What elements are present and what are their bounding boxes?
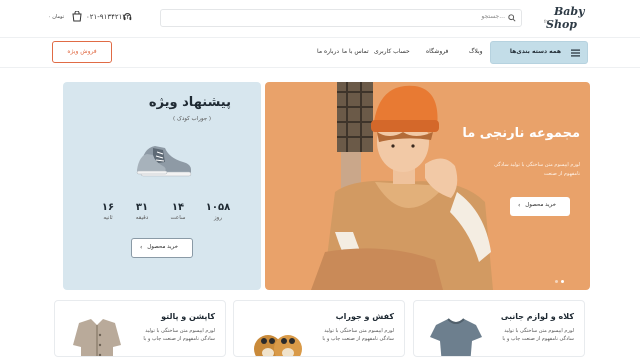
hero-banner[interactable]: مجموعه نارنجی ما لورم ایپسوم متن ساختگی … bbox=[265, 82, 590, 290]
special-sale-button[interactable]: فروش ویژه bbox=[52, 41, 112, 63]
countdown-minutes-value: ۳۱ bbox=[135, 202, 149, 213]
all-categories-button[interactable]: همه دسته بندی‌ها bbox=[490, 41, 588, 64]
logo-line1: Baby bbox=[554, 5, 585, 18]
nav-account[interactable]: حساب کاربری bbox=[374, 48, 410, 55]
countdown-days-unit: روز bbox=[214, 215, 222, 221]
countdown-seconds-unit: ثانیه bbox=[103, 215, 113, 221]
site-logo[interactable]: Baby Shop fm bbox=[540, 4, 588, 36]
category-description: لورم ایپسوم متن ساختگی با تولید سادگی نا… bbox=[502, 328, 574, 342]
arrow-left-icon: ‹ bbox=[518, 202, 521, 209]
top-header: Baby Shop fm جستجو... ۰۲۱-۹۱۳۴۲۱۲۳ ۰ توم… bbox=[0, 0, 640, 38]
category-card-hats[interactable]: کلاه و لوازم جانبی لورم ایپسوم متن ساختگ… bbox=[413, 300, 585, 357]
nav-about[interactable]: درباره ما bbox=[317, 48, 339, 55]
countdown-hours-unit: ساعت bbox=[170, 215, 186, 221]
logo-line2: Shop bbox=[546, 18, 577, 31]
category-title: کاپشن و پالتو bbox=[161, 312, 215, 321]
all-categories-label: همه دسته بندی‌ها bbox=[509, 48, 561, 55]
offer-subtitle: ( جوراب کودک ) bbox=[173, 116, 211, 122]
countdown-timer: ۱۰۵۸ روز ۱۴ ساعت ۳۱ دقیقه ۱۶ ثانیه bbox=[88, 202, 238, 232]
countdown-days: ۱۰۵۸ روز bbox=[198, 202, 238, 221]
baby-shoes-image bbox=[254, 335, 302, 356]
offer-title: پیشنهاد ویژه bbox=[148, 95, 231, 110]
countdown-minutes-unit: دقیقه bbox=[135, 215, 149, 221]
slider-dots[interactable] bbox=[555, 268, 567, 287]
search-input[interactable]: جستجو... bbox=[481, 13, 505, 20]
tshirt-image bbox=[430, 318, 482, 356]
search-icon[interactable] bbox=[508, 14, 516, 22]
nav-blog[interactable]: وبلاگ bbox=[469, 48, 483, 55]
category-card-jackets[interactable]: کاپشن و پالتو لورم ایپسوم متن ساختگی با … bbox=[54, 300, 226, 357]
jacket-image bbox=[73, 319, 121, 356]
nav-contact[interactable]: تماس با ما bbox=[342, 48, 369, 55]
countdown-hours-value: ۱۴ bbox=[171, 202, 185, 213]
countdown-seconds: ۱۶ ثانیه bbox=[88, 202, 128, 221]
hero-title: مجموعه نارنجی ما bbox=[462, 126, 580, 141]
nav-shop[interactable]: فروشگاه bbox=[426, 48, 448, 55]
countdown-hours: ۱۴ ساعت bbox=[158, 202, 198, 221]
category-title: کلاه و لوازم جانبی bbox=[500, 312, 574, 321]
category-description: لورم ایپسوم متن ساختگی با تولید سادگی نا… bbox=[322, 328, 394, 342]
cart-icon[interactable] bbox=[72, 11, 82, 22]
menu-icon bbox=[571, 49, 580, 57]
category-description: لورم ایپسوم متن ساختگی با تولید سادگی نا… bbox=[143, 328, 215, 342]
offer-buy-label: خرید محصول bbox=[147, 244, 178, 250]
logo-tm: fm bbox=[544, 19, 550, 24]
hero-buy-button[interactable]: خرید محصول ‹ bbox=[510, 197, 570, 216]
special-offer-panel: پیشنهاد ویژه ( جوراب کودک ) ۱۰۵۸ روز ۱۴ … bbox=[63, 82, 261, 290]
hero-buy-label: خرید محصول bbox=[525, 202, 556, 208]
category-card-shoes[interactable]: کفش و جوراب لورم ایپسوم متن ساختگی با تو… bbox=[233, 300, 405, 357]
hero-image bbox=[311, 82, 493, 290]
countdown-days-value: ۱۰۵۸ bbox=[205, 202, 231, 213]
slider-dot-active[interactable] bbox=[561, 280, 564, 283]
sneaker-image[interactable] bbox=[135, 140, 195, 180]
hero-description: لورم ایپسوم متن ساختگی با تولید سادگی نا… bbox=[494, 162, 580, 177]
countdown-seconds-value: ۱۶ bbox=[101, 202, 115, 213]
support-phone[interactable]: ۰۲۱-۹۱۳۴۲۱۲۳ bbox=[86, 13, 130, 21]
special-sale-label: فروش ویژه bbox=[67, 48, 97, 55]
countdown-minutes: ۳۱ دقیقه bbox=[122, 202, 162, 221]
cart-amount[interactable]: ۰ تومان bbox=[48, 14, 64, 20]
slider-dot[interactable] bbox=[555, 280, 558, 283]
offer-buy-button[interactable]: خرید محصول ‹ bbox=[131, 238, 193, 258]
arrow-left-icon: ‹ bbox=[140, 244, 143, 251]
search-bar[interactable]: جستجو... bbox=[160, 9, 522, 27]
category-title: کفش و جوراب bbox=[335, 312, 394, 321]
